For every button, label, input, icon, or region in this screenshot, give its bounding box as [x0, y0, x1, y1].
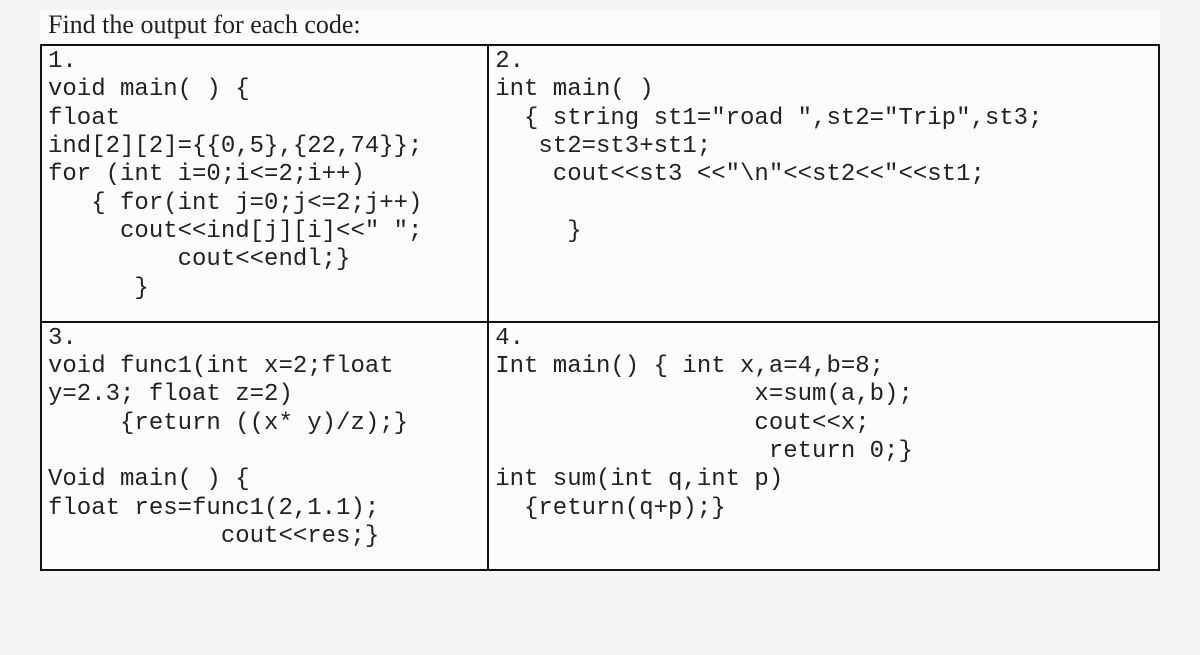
- code-cell-1: 1. void main( ) { float ind[2][2]={{0,5}…: [41, 45, 488, 322]
- worksheet-title: Find the output for each code:: [48, 10, 1160, 40]
- code-cell-3: 3. void func1(int x=2;float y=2.3; float…: [41, 322, 488, 571]
- code-table: 1. void main( ) { float ind[2][2]={{0,5}…: [40, 44, 1160, 571]
- worksheet-container: Find the output for each code: 1. void m…: [40, 10, 1160, 571]
- code-cell-4: 4. Int main() { int x,a=4,b=8; x=sum(a,b…: [488, 322, 1159, 571]
- code-cell-2: 2. int main( ) { string st1="road ",st2=…: [488, 45, 1159, 322]
- table-row: 1. void main( ) { float ind[2][2]={{0,5}…: [41, 45, 1159, 322]
- table-row: 3. void func1(int x=2;float y=2.3; float…: [41, 322, 1159, 571]
